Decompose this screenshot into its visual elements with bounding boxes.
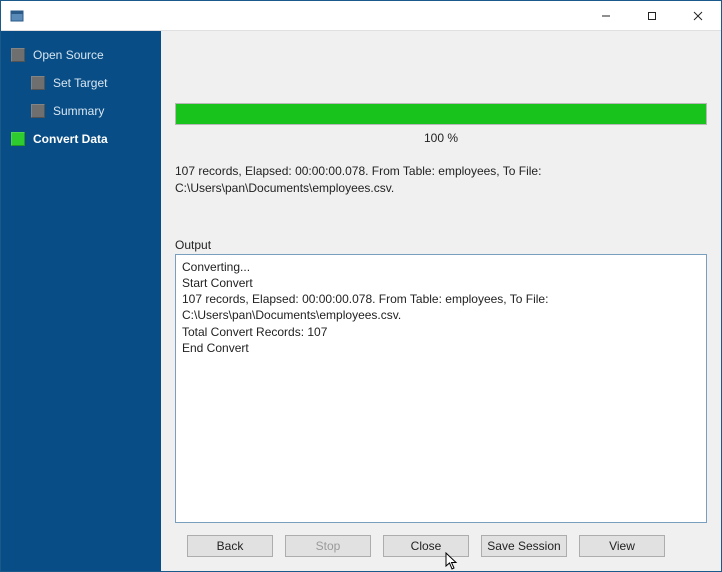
sidebar-item-label: Open Source: [33, 48, 104, 62]
window-body: Open Source Set Target Summary Convert D…: [1, 31, 721, 571]
back-button[interactable]: Back: [187, 535, 273, 557]
output-textbox[interactable]: Converting... Start Convert 107 records,…: [175, 254, 707, 523]
app-icon: [9, 8, 25, 24]
wizard-sidebar: Open Source Set Target Summary Convert D…: [1, 31, 161, 571]
output-line: 107 records, Elapsed: 00:00:00.078. From…: [182, 291, 700, 323]
close-window-button[interactable]: [675, 1, 721, 31]
output-line: End Convert: [182, 340, 700, 356]
progress-fill: [176, 104, 706, 124]
sidebar-item-label: Set Target: [53, 76, 107, 90]
content-panel: 100 % 107 records, Elapsed: 00:00:00.078…: [161, 31, 721, 571]
close-button[interactable]: Close: [383, 535, 469, 557]
progress-section: 100 %: [175, 103, 707, 145]
spacer: [175, 41, 707, 101]
save-session-button[interactable]: Save Session: [481, 535, 567, 557]
sidebar-item-set-target[interactable]: Set Target: [1, 69, 161, 97]
step-box-icon: [11, 132, 25, 146]
button-row: Back Stop Close Save Session View: [175, 523, 707, 561]
sidebar-item-label: Convert Data: [33, 132, 108, 146]
sidebar-item-label: Summary: [53, 104, 104, 118]
step-box-icon: [31, 76, 45, 90]
step-box-icon: [11, 48, 25, 62]
output-line: Total Convert Records: 107: [182, 324, 700, 340]
titlebar: [1, 1, 721, 31]
summary-text: 107 records, Elapsed: 00:00:00.078. From…: [175, 163, 707, 198]
app-window: Open Source Set Target Summary Convert D…: [0, 0, 722, 572]
sidebar-item-convert-data[interactable]: Convert Data: [1, 125, 161, 153]
minimize-button[interactable]: [583, 1, 629, 31]
progress-bar: [175, 103, 707, 125]
output-line: Start Convert: [182, 275, 700, 291]
output-line: Converting...: [182, 259, 700, 275]
stop-button[interactable]: Stop: [285, 535, 371, 557]
output-label: Output: [175, 238, 707, 252]
sidebar-item-summary[interactable]: Summary: [1, 97, 161, 125]
sidebar-item-open-source[interactable]: Open Source: [1, 41, 161, 69]
view-button[interactable]: View: [579, 535, 665, 557]
step-box-icon: [31, 104, 45, 118]
progress-percent: 100 %: [175, 131, 707, 145]
maximize-button[interactable]: [629, 1, 675, 31]
